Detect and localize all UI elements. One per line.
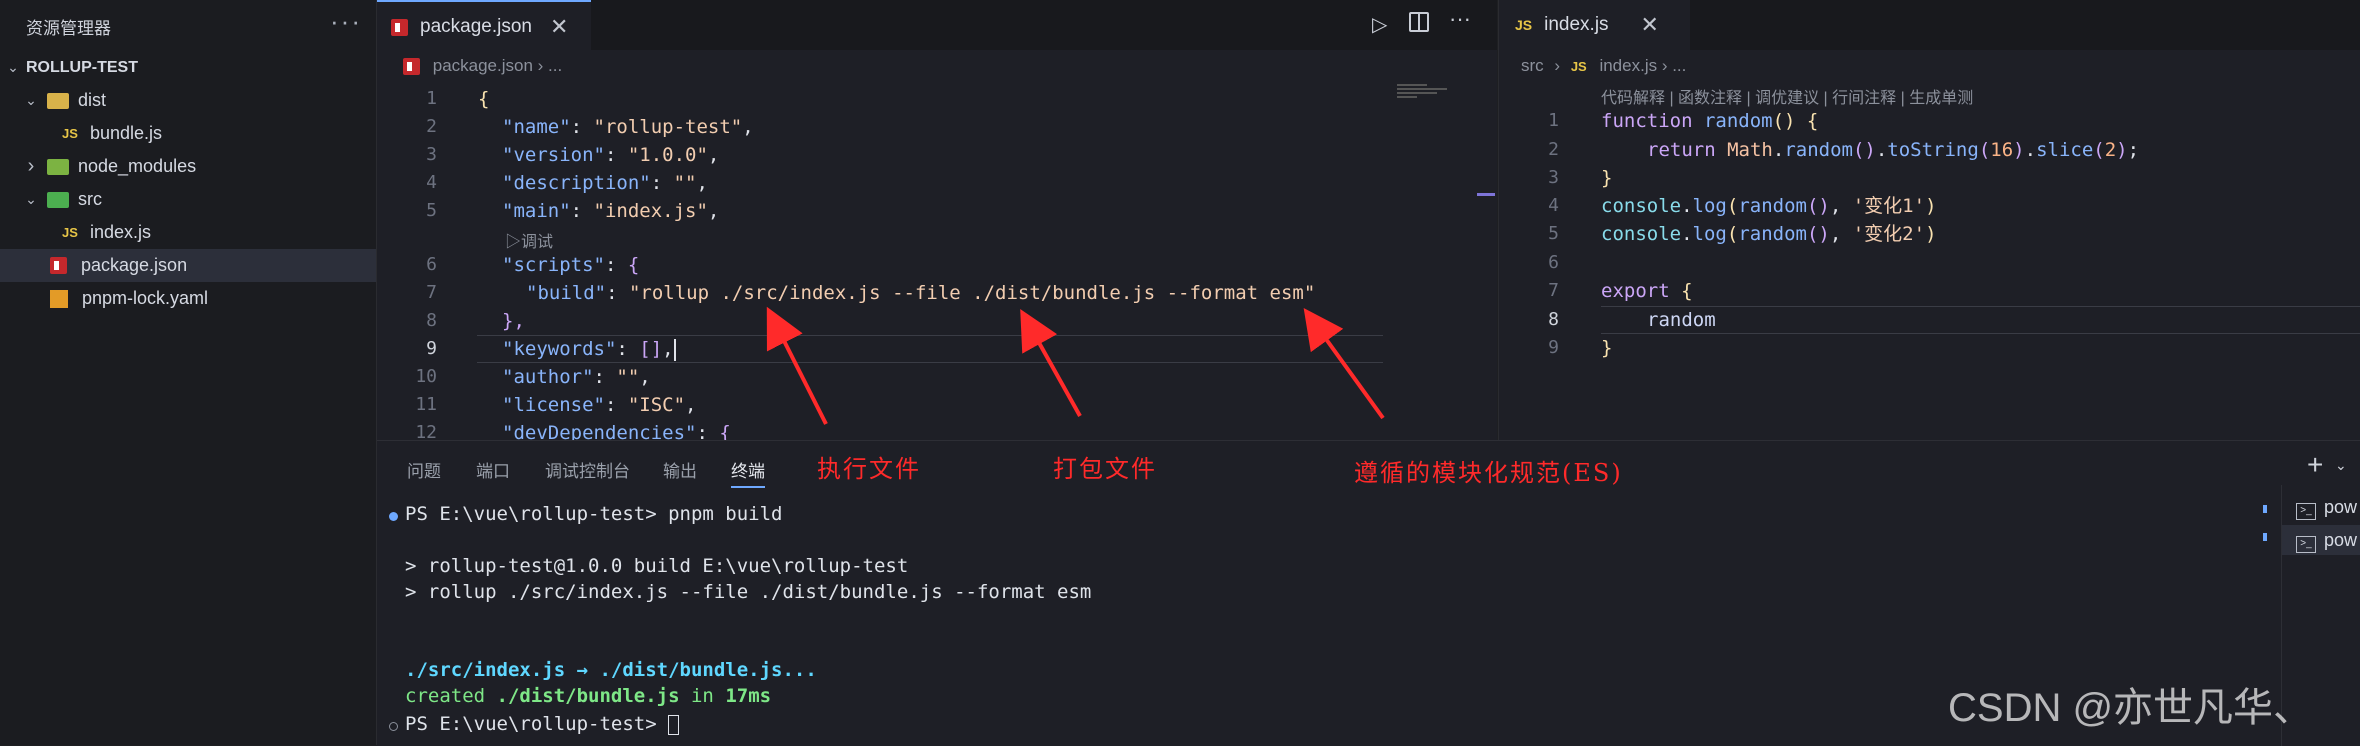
annotation-label: 打包文件 <box>1053 455 1157 483</box>
annotation-label: 遵循的模块化规范(ES) <box>1354 459 1623 487</box>
annotation-arrow <box>1303 308 1385 420</box>
annotation-arrow <box>1020 309 1082 417</box>
annotation-label: 执行文件 <box>817 455 921 483</box>
watermark: CSDN @亦世凡华、 <box>1948 686 2314 730</box>
annotation-arrows <box>766 306 1385 425</box>
annotation-arrow <box>766 306 828 425</box>
